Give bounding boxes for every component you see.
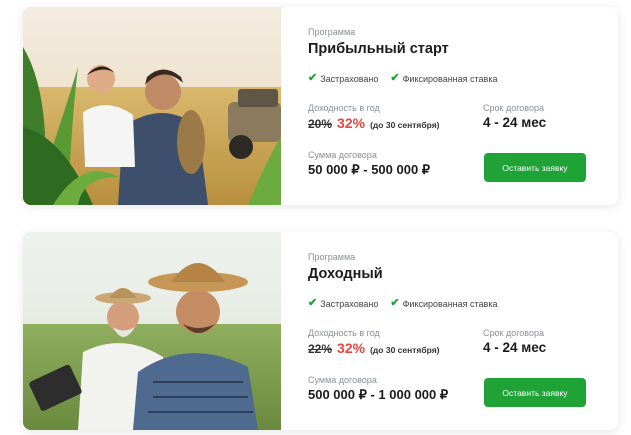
tag-fixed-rate-label: Фиксированная ставка — [402, 298, 498, 309]
check-icon: ✔ — [308, 72, 318, 84]
tag-insured-label: Застраховано — [320, 298, 379, 309]
new-rate: 32% — [337, 115, 366, 131]
rate-note: (до 30 сентября) — [370, 120, 440, 130]
tag-insured-label: Застраховано — [320, 73, 379, 84]
tag-fixed-rate-label: Фиксированная ставка — [402, 73, 498, 84]
program-photo-father-son-field — [23, 7, 281, 205]
program-label: Программа — [308, 252, 356, 262]
apply-button[interactable]: Оставить заявку — [484, 378, 586, 407]
program-label: Программа — [308, 27, 356, 37]
program-card-2: Программа Доходный ✔ Застраховано ✔ Фикс… — [23, 232, 618, 430]
program-photo-farmers-field — [23, 232, 281, 430]
apply-button[interactable]: Оставить заявку — [484, 153, 586, 182]
check-icon: ✔ — [390, 72, 400, 84]
program-info: Программа Прибыльный старт ✔ Застрахован… — [308, 7, 618, 205]
check-icon: ✔ — [308, 297, 318, 309]
old-rate: 22% — [308, 342, 333, 356]
sum-value: 500 000 ₽ - 1 000 000 ₽ — [308, 387, 449, 402]
sum-label: Сумма договора — [308, 150, 377, 160]
yield-value: 20% 32% (до 30 сентября) — [308, 115, 440, 131]
check-icon: ✔ — [390, 297, 400, 309]
yield-label: Доходность в год — [308, 328, 380, 338]
term-label: Срок договора — [483, 103, 544, 113]
program-card-1: Программа Прибыльный старт ✔ Застрахован… — [23, 7, 618, 205]
yield-value: 22% 32% (до 30 сентября) — [308, 340, 440, 356]
tag-fixed-rate: ✔ Фиксированная ставка — [390, 298, 497, 309]
program-tags: ✔ Застраховано ✔ Фиксированная ставка — [308, 73, 497, 84]
program-info: Программа Доходный ✔ Застраховано ✔ Фикс… — [308, 232, 618, 430]
term-label: Срок договора — [483, 328, 544, 338]
rate-note: (до 30 сентября) — [370, 345, 440, 355]
yield-label: Доходность в год — [308, 103, 380, 113]
program-tags: ✔ Застраховано ✔ Фиксированная ставка — [308, 298, 497, 309]
program-title: Прибыльный старт — [308, 41, 449, 57]
sum-label: Сумма договора — [308, 375, 377, 385]
term-value: 4 - 24 мес — [483, 340, 547, 355]
new-rate: 32% — [337, 340, 366, 356]
sum-value: 50 000 ₽ - 500 000 ₽ — [308, 162, 431, 177]
tag-insured: ✔ Застраховано — [308, 73, 378, 84]
tag-fixed-rate: ✔ Фиксированная ставка — [390, 73, 497, 84]
program-title: Доходный — [308, 266, 383, 282]
old-rate: 20% — [308, 117, 333, 131]
tag-insured: ✔ Застраховано — [308, 298, 378, 309]
term-value: 4 - 24 мес — [483, 115, 547, 130]
